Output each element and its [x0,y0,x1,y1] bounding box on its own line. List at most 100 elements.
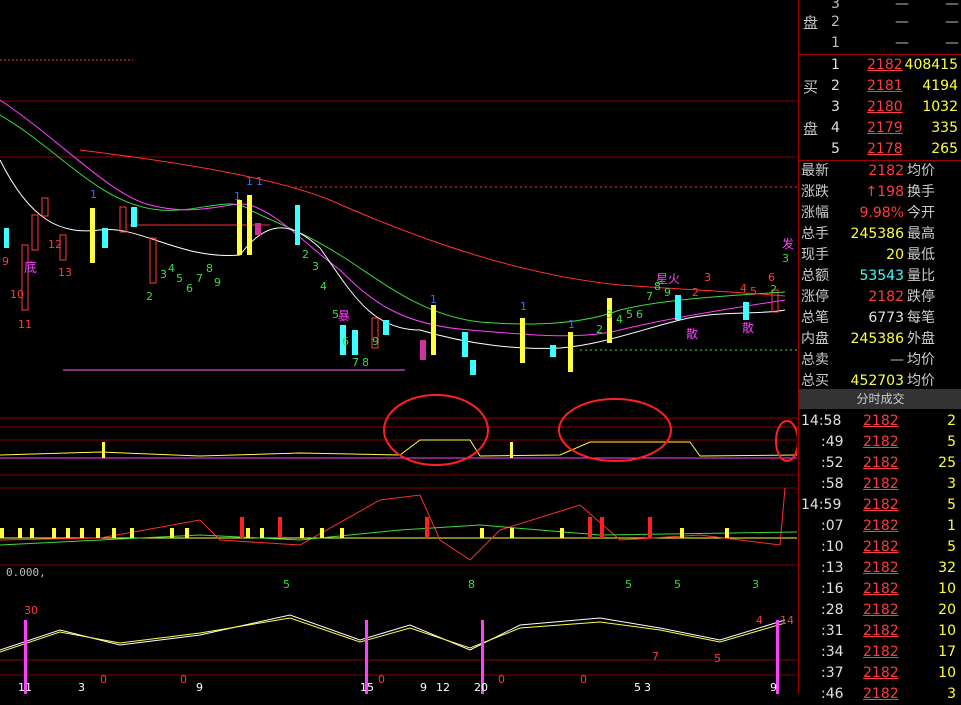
chart-label: 7 [646,290,653,303]
level: 5 [831,141,840,157]
level: 4 [831,120,840,136]
chart-label: 7 [196,272,203,285]
candle [102,228,108,248]
quote-panel: 盘 3 — — 2 — — 1 — — 买 盘 1 2182 408415 2 … [798,0,961,702]
quote-row: 内盘 245386 外盘 [801,331,935,347]
sub3-yellow-line [0,617,786,653]
axis-label: 9 [420,681,427,694]
chart-label: 9 [664,286,671,299]
candle [520,318,525,363]
buy-row[interactable]: 1 2182 408415 [799,55,961,76]
buy-row[interactable]: 2 2181 4194 [799,76,961,97]
price: 2181 [867,78,903,94]
sell-row[interactable]: 2 — — [799,12,961,33]
candle [90,208,95,263]
quote-row: 涨停 2182 跌停 [801,289,935,305]
tick-row: :07 2182 1 [821,518,956,534]
axis-label: 9 [196,681,203,694]
candle [568,332,573,372]
tick-row: 14:59 2182 5 [801,497,956,513]
axis-label: 15 [360,681,374,694]
volume: 265 [931,141,958,157]
chart-label: 9 [372,335,379,348]
chart-label: 8 [206,262,213,275]
candle [431,305,436,355]
sell-row[interactable]: 1 — — [799,33,961,54]
chart-label: 3 [782,252,789,265]
sub-label: 3 [752,578,759,591]
tab-time-sales[interactable]: 分时成交 [799,389,961,409]
tick-row: :34 2182 17 [821,644,956,660]
chart-label: 3 [312,260,319,273]
buy-row[interactable]: 5 2178 265 [799,139,961,160]
quote-row: 涨跌 ↑198 换手 [801,184,935,200]
price: 2180 [867,99,903,115]
highlight-circle [383,394,489,466]
chart-label: 散 [742,320,754,335]
axis-label: 5 [634,681,641,694]
chart-label: 8 [362,356,369,369]
tick-row: :52 2182 25 [821,455,956,471]
chart-label: 10 [10,288,24,301]
chart-label: 3 [160,268,167,281]
sub-chart-labels: 5 8 5 5 3 [283,578,759,591]
chart-label: 4 [740,282,747,295]
buy-row[interactable]: 3 2180 1032 [799,97,961,118]
chart-label: 星火 [656,272,680,286]
chart-label: 12 [48,238,62,251]
candle [149,237,157,284]
chart-label: 9 [214,276,221,289]
tick-row: :31 2182 10 [821,623,956,639]
volume: — [945,14,959,30]
buy-row[interactable]: 4 2179 335 [799,118,961,139]
chart-label: 4 [168,262,175,275]
volume: — [945,35,959,51]
candle [131,207,137,227]
chart-label: 3 [704,271,711,284]
chart-label: 2 [692,286,699,299]
marker-label: 0 [378,673,385,686]
tick-row: :58 2182 3 [821,476,956,492]
axis-label: 0 [580,673,587,686]
chart-label: 1 [256,175,263,188]
chart-label: 暴 [338,309,350,323]
chart-label: 底 [24,260,37,276]
chart-label: 4 [320,280,327,293]
axis-label: 3 [78,681,85,694]
quote-row: 最新 2182 均价 [801,163,935,179]
chart-label: 6 [636,308,643,321]
marker-label: 7 [652,650,659,663]
candle [255,223,261,235]
candle [247,195,252,255]
chart-label: 发 [782,236,794,251]
tick-row: :13 2182 32 [821,560,956,576]
candle [31,214,39,251]
candle [462,332,468,357]
marker-label: 5 [714,652,721,665]
price: 2182 [867,57,903,73]
volume: 335 [931,120,958,136]
chart-label: 1 [234,190,241,203]
volume: 4194 [922,78,958,94]
chart-label: 1 [246,175,253,188]
candle [352,330,358,355]
level: 3 [831,99,840,115]
sub2-red-line [0,487,786,561]
chart-label: 4 [616,313,623,326]
quote-row: 总卖 — 均价 [801,352,935,368]
axis-label: 12 [436,681,450,694]
chart-label: 5 [626,308,633,321]
chart-label: 2 [596,323,603,336]
chart-label: 3 [606,308,613,321]
marker-label: 30 [24,604,38,617]
tick-row: :16 2182 10 [821,581,956,597]
chart-label: 1 [520,300,527,313]
chart-label: 2 [302,248,309,261]
chart-label: 1 [430,293,437,306]
kline-chart-area[interactable]: 9 10 11 12 13 底 2 3 4 5 6 7 8 9 1 1 1 1 … [0,0,797,694]
tick-row: :10 2182 5 [821,539,956,555]
tick-row: 14:58 2182 2 [801,413,956,429]
highlight-circle [558,398,672,462]
quote-row: 涨幅 9.98% 今开 [801,205,935,221]
bottom-axis-labels: 11 3 0 0 9 15 9 12 20 0 0 5 3 9 [18,673,777,694]
